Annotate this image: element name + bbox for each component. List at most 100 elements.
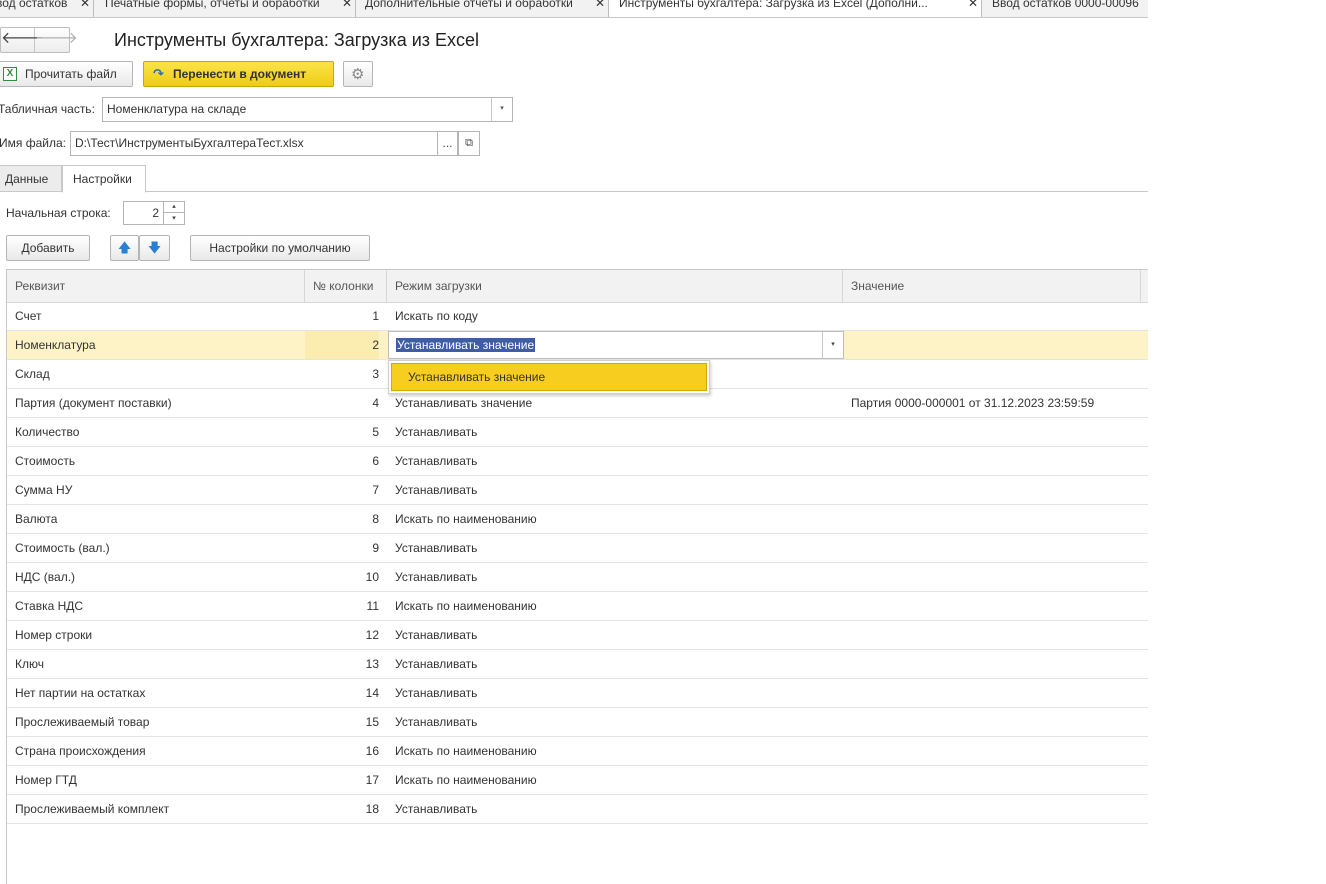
window-tab-print-forms[interactable]: Печатные формы, отчеты и обработки ✕: [94, 0, 356, 17]
row-load-mode[interactable]: Устанавливать: [395, 534, 835, 562]
row-load-mode[interactable]: Искать по коду: [395, 302, 835, 330]
row-value[interactable]: [851, 505, 1147, 533]
row-value[interactable]: [851, 302, 1147, 330]
column-header-column-number[interactable]: № колонки: [305, 270, 387, 302]
spin-down-icon[interactable]: ▾: [163, 212, 185, 225]
row-value[interactable]: [851, 737, 1147, 765]
row-load-mode[interactable]: Искать по наименованию: [395, 766, 835, 794]
row-load-mode[interactable]: Устанавливать: [395, 418, 835, 446]
row-column-number[interactable]: 3: [305, 360, 379, 388]
back-arrow-icon[interactable]: 🡐: [1, 28, 44, 52]
table-row[interactable]: Стоимость (вал.) 9 Устанавливать: [7, 534, 1148, 563]
row-load-mode[interactable]: Устанавливать: [395, 447, 835, 475]
load-mode-editor[interactable]: Устанавливать значение ▾: [388, 331, 844, 359]
window-tab-excel-import[interactable]: Инструменты бухгалтера: Загрузка из Exce…: [609, 0, 982, 17]
table-row[interactable]: Ключ 13 Устанавливать: [7, 650, 1148, 679]
table-row[interactable]: Нет партии на остатках 14 Устанавливать: [7, 679, 1148, 708]
tab-data[interactable]: Данные: [0, 165, 62, 192]
row-column-number[interactable]: 18: [305, 795, 379, 823]
table-row[interactable]: Прослеживаемый товар 15 Устанавливать: [7, 708, 1148, 737]
row-value[interactable]: [851, 795, 1147, 823]
table-row[interactable]: Номер строки 12 Устанавливать: [7, 621, 1148, 650]
default-settings-button[interactable]: Настройки по умолчанию: [190, 235, 370, 261]
close-icon[interactable]: ✕: [342, 0, 352, 10]
transfer-to-document-button[interactable]: ↷ Перенести в документ: [143, 61, 334, 87]
row-column-number[interactable]: 13: [305, 650, 379, 678]
table-row[interactable]: Ставка НДС 11 Искать по наименованию: [7, 592, 1148, 621]
row-column-number[interactable]: 11: [305, 592, 379, 620]
read-file-button[interactable]: X Прочитать файл: [0, 61, 133, 87]
row-column-number[interactable]: 4: [305, 389, 379, 417]
row-column-number[interactable]: 14: [305, 679, 379, 707]
row-load-mode[interactable]: Устанавливать: [395, 679, 835, 707]
row-column-number[interactable]: 9: [305, 534, 379, 562]
row-column-number[interactable]: 6: [305, 447, 379, 475]
table-row[interactable]: Прослеживаемый комплект 18 Устанавливать: [7, 795, 1148, 824]
row-load-mode[interactable]: Искать по наименованию: [395, 737, 835, 765]
column-header-load-mode[interactable]: Режим загрузки: [387, 270, 843, 302]
row-load-mode[interactable]: Устанавливать: [395, 476, 835, 504]
dropdown-option[interactable]: Устанавливать значение: [391, 363, 707, 391]
row-value[interactable]: [851, 708, 1147, 736]
row-load-mode[interactable]: Искать по наименованию: [395, 592, 835, 620]
table-row[interactable]: Стоимость 6 Устанавливать: [7, 447, 1148, 476]
chevron-down-icon[interactable]: ▾: [491, 98, 512, 121]
table-row[interactable]: Страна происхождения 16 Искать по наименов…: [7, 737, 1148, 766]
column-header-value[interactable]: Значение: [843, 270, 1141, 302]
row-column-number[interactable]: 10: [305, 563, 379, 591]
row-column-number[interactable]: 8: [305, 505, 379, 533]
row-load-mode[interactable]: Устанавливать: [395, 650, 835, 678]
row-value[interactable]: [851, 592, 1147, 620]
row-value[interactable]: Партия 0000-000001 от 31.12.2023 23:59:5…: [851, 389, 1147, 417]
table-part-select[interactable]: Номенклатура на складе ▾: [102, 97, 513, 122]
forward-arrow-icon[interactable]: 🡒: [35, 28, 78, 52]
row-value[interactable]: [851, 679, 1147, 707]
row-load-mode[interactable]: Устанавливать: [395, 795, 835, 823]
close-icon[interactable]: ✕: [968, 0, 978, 10]
table-row[interactable]: Номер ГТД 17 Искать по наименованию: [7, 766, 1148, 795]
row-column-number[interactable]: 2: [305, 331, 379, 359]
window-tab-additional-reports[interactable]: Дополнительные отчеты и обработки ✕: [356, 0, 609, 17]
row-value[interactable]: [851, 563, 1147, 591]
add-button[interactable]: Добавить: [6, 235, 90, 261]
row-value[interactable]: [851, 534, 1147, 562]
row-column-number[interactable]: 17: [305, 766, 379, 794]
row-value[interactable]: [851, 766, 1147, 794]
window-tab-opening-balances[interactable]: вод остатков ✕: [0, 0, 94, 17]
table-row[interactable]: Счет 1 Искать по коду: [7, 302, 1148, 331]
table-row[interactable]: Количество 5 Устанавливать: [7, 418, 1148, 447]
move-up-icon[interactable]: 🡅: [110, 235, 139, 261]
table-row[interactable]: Сумма НУ 7 Устанавливать: [7, 476, 1148, 505]
column-header-attribute[interactable]: Реквизит: [7, 270, 305, 302]
tab-settings[interactable]: Настройки: [62, 165, 146, 193]
row-value[interactable]: [851, 360, 1147, 388]
select-file-button[interactable]: ...: [437, 131, 458, 156]
row-value[interactable]: [851, 476, 1147, 504]
row-column-number[interactable]: 5: [305, 418, 379, 446]
row-value[interactable]: [851, 331, 1147, 359]
row-value[interactable]: [851, 621, 1147, 649]
table-row[interactable]: Номенклатура 2 Устанавливать значение ▾: [7, 331, 1148, 360]
window-tab-opening-balances-doc[interactable]: Ввод остатков 0000-00096: [982, 0, 1148, 17]
row-load-mode[interactable]: Искать по наименованию: [395, 505, 835, 533]
row-load-mode[interactable]: Устанавливать: [395, 563, 835, 591]
table-row[interactable]: НДС (вал.) 10 Устанавливать: [7, 563, 1148, 592]
close-icon[interactable]: ✕: [80, 0, 90, 10]
close-icon[interactable]: ✕: [595, 0, 605, 10]
row-column-number[interactable]: 15: [305, 708, 379, 736]
row-value[interactable]: [851, 418, 1147, 446]
open-file-icon[interactable]: ⧉: [458, 131, 480, 156]
row-column-number[interactable]: 1: [305, 302, 379, 330]
row-load-mode[interactable]: Устанавливать: [395, 708, 835, 736]
chevron-down-icon[interactable]: ▾: [822, 332, 843, 358]
row-value[interactable]: [851, 447, 1147, 475]
settings-button[interactable]: ⚙: [343, 61, 373, 87]
file-name-field[interactable]: D:\Тест\ИнструментыБухгалтераТест.xlsx: [70, 131, 438, 156]
table-row[interactable]: Валюта 8 Искать по наименованию: [7, 505, 1148, 534]
start-row-input[interactable]: 2: [123, 201, 164, 225]
row-value[interactable]: [851, 650, 1147, 678]
row-column-number[interactable]: 16: [305, 737, 379, 765]
row-load-mode[interactable]: Устанавливать: [395, 621, 835, 649]
row-column-number[interactable]: 12: [305, 621, 379, 649]
move-down-icon[interactable]: 🡇: [139, 235, 170, 261]
